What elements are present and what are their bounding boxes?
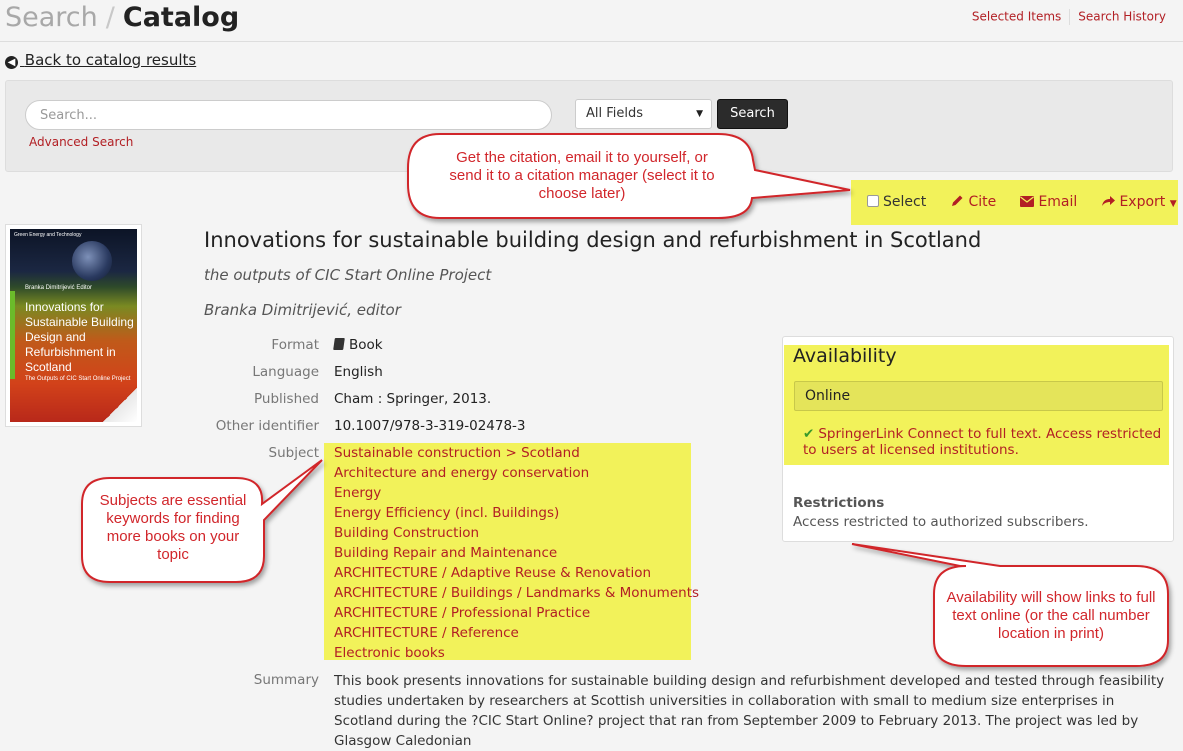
cover-title: Innovations for Sustainable Building Des… bbox=[25, 300, 134, 374]
restrictions-text: Access restricted to authorized subscrib… bbox=[793, 514, 1089, 530]
book-cover-image: Green Energy and Technology Branka Dimit… bbox=[10, 229, 137, 422]
format-value: Book bbox=[333, 337, 383, 353]
availability-panel: Availability Online ✔ SpringerLink Connec… bbox=[782, 336, 1174, 542]
cover-subtitle: The Outputs of CIC Start Online Project bbox=[25, 376, 131, 382]
identifier-label: Other identifier bbox=[215, 418, 319, 434]
share-arrow-icon bbox=[1102, 196, 1115, 206]
subject-link[interactable]: ARCHITECTURE / Buildings / Landmarks & M… bbox=[334, 583, 699, 603]
cover-globe-graphic bbox=[72, 241, 112, 281]
search-field-value: All Fields bbox=[586, 106, 644, 121]
restrictions-heading: Restrictions bbox=[793, 495, 885, 511]
record-author[interactable]: Branka Dimitrijević, editor bbox=[204, 301, 401, 319]
subject-link[interactable]: Sustainable construction > Scotland bbox=[334, 443, 691, 463]
language-value: English bbox=[334, 364, 383, 380]
cover-page-curl bbox=[103, 388, 137, 422]
caret-down-icon: ▼ bbox=[1169, 199, 1177, 209]
search-history-link[interactable]: Search History bbox=[1078, 10, 1166, 24]
search-field-select[interactable]: All Fields ▼ bbox=[575, 99, 712, 129]
subjects-callout-text: Subjects are essential keywords for find… bbox=[99, 492, 247, 563]
subject-link[interactable]: ARCHITECTURE / Professional Practice bbox=[334, 603, 691, 623]
springerlink-text: SpringerLink Connect to full text. Acces… bbox=[803, 426, 1162, 458]
pencil-icon bbox=[952, 195, 963, 206]
subject-link[interactable]: Building Construction bbox=[334, 523, 691, 543]
subject-link[interactable]: ARCHITECTURE / Reference bbox=[334, 623, 691, 643]
breadcrumb-separator: / bbox=[105, 2, 115, 33]
summary-label: Summary bbox=[253, 672, 319, 688]
published-label: Published bbox=[254, 391, 319, 407]
identifier-value: 10.1007/978-3-319-02478-3 bbox=[334, 418, 526, 434]
book-icon bbox=[333, 338, 345, 350]
book-cover-frame[interactable]: Green Energy and Technology Branka Dimit… bbox=[5, 224, 142, 427]
cover-editor: Branka Dimitrijević Editor bbox=[25, 285, 93, 291]
search-button[interactable]: Search bbox=[717, 99, 788, 129]
select-label: Select bbox=[883, 194, 927, 210]
caret-down-icon: ▼ bbox=[696, 109, 703, 119]
cite-button[interactable]: Cite bbox=[951, 194, 996, 210]
cite-label: Cite bbox=[968, 194, 997, 210]
search-input[interactable] bbox=[25, 100, 552, 130]
subject-link[interactable]: Energy Efficiency (incl. Buildings) bbox=[334, 503, 691, 523]
envelope-icon bbox=[1020, 196, 1034, 207]
breadcrumb-current: Catalog bbox=[122, 2, 240, 33]
checkbox-icon bbox=[867, 195, 879, 207]
subject-label: Subject bbox=[268, 445, 319, 461]
back-link-label: Back to catalog results bbox=[24, 51, 197, 69]
record-subtitle: the outputs of CIC Start Online Project bbox=[204, 266, 492, 284]
format-label: Format bbox=[271, 337, 319, 353]
email-button[interactable]: Email bbox=[1020, 194, 1077, 210]
email-label: Email bbox=[1038, 194, 1078, 210]
select-checkbox[interactable]: Select bbox=[867, 194, 926, 210]
record-title: Innovations for sustainable building des… bbox=[204, 228, 982, 252]
subject-link[interactable]: Electronic books bbox=[334, 643, 691, 663]
back-to-results-link[interactable]: ◀ Back to catalog results bbox=[5, 51, 196, 69]
language-label: Language bbox=[252, 364, 319, 380]
cover-series: Green Energy and Technology bbox=[14, 232, 82, 238]
page-title: Search / Catalog bbox=[5, 0, 239, 36]
arrow-left-circle-icon: ◀ bbox=[5, 56, 18, 69]
checkmark-icon: ✔ bbox=[803, 426, 815, 442]
subject-link[interactable]: Building Repair and Maintenance bbox=[334, 543, 691, 563]
springerlink-link[interactable]: ✔ SpringerLink Connect to full text. Acce… bbox=[803, 426, 1163, 458]
subject-link[interactable]: Architecture and energy conservation bbox=[334, 463, 691, 483]
format-text: Book bbox=[349, 337, 383, 353]
header-links: Selected Items Search History bbox=[972, 9, 1166, 25]
online-header: Online bbox=[794, 381, 1163, 411]
selected-items-link[interactable]: Selected Items bbox=[972, 10, 1061, 24]
availability-heading: Availability bbox=[793, 345, 897, 367]
header-link-divider bbox=[1069, 9, 1071, 25]
export-label: Export bbox=[1119, 194, 1166, 210]
export-dropdown[interactable]: Export ▼ bbox=[1101, 194, 1177, 210]
page-header: Search / Catalog Selected Items Search Hist… bbox=[0, 0, 1183, 42]
subject-list: Sustainable construction > Scotland Arch… bbox=[324, 443, 699, 663]
subject-link[interactable]: ARCHITECTURE / Adaptive Reuse & Renovati… bbox=[334, 563, 691, 583]
advanced-search-link[interactable]: Advanced Search bbox=[29, 135, 133, 149]
summary-text: This book presents innovations for susta… bbox=[334, 673, 1165, 749]
published-value: Cham : Springer, 2013. bbox=[334, 391, 492, 407]
record-toolbar: Select Cite Email Export ▼ bbox=[851, 180, 1178, 225]
citation-callout-text: Get the citation, email it to yourself, … bbox=[449, 149, 715, 202]
breadcrumb-search[interactable]: Search bbox=[5, 2, 98, 33]
cover-accent-bar bbox=[10, 291, 15, 379]
subject-link[interactable]: Energy bbox=[334, 483, 691, 503]
availability-callout-text: Availability will show links to full tex… bbox=[946, 589, 1156, 642]
